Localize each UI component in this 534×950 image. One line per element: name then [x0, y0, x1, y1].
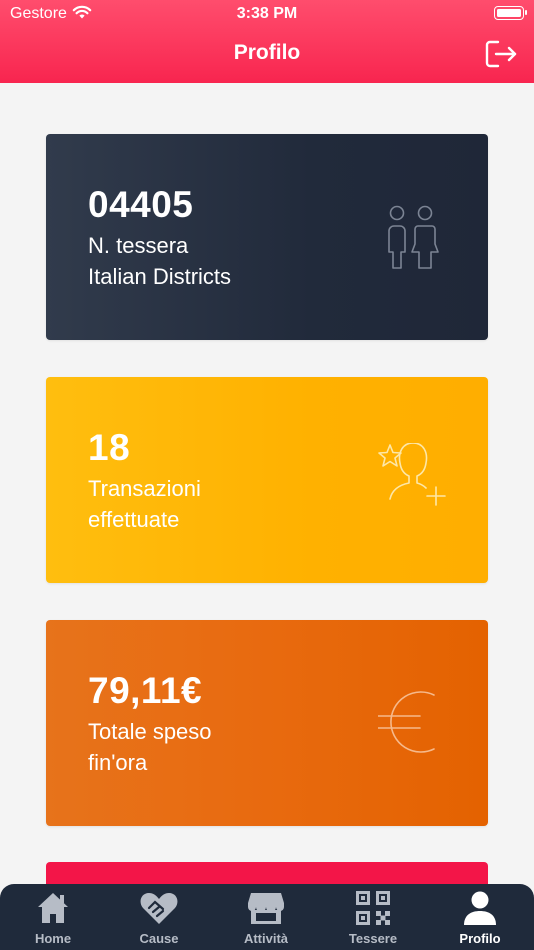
header: Gestore 3:38 PM Profilo	[0, 0, 534, 83]
status-bar: Gestore 3:38 PM	[0, 0, 534, 28]
tab-profilo[interactable]: Profilo	[427, 884, 533, 950]
tab-profilo-label: Profilo	[459, 931, 501, 946]
total-spent-value: 79,11€	[88, 670, 203, 711]
tab-tessere[interactable]: Tessere	[320, 884, 426, 950]
family-icon	[378, 200, 448, 274]
transactions-count: 18	[88, 427, 131, 468]
transactions-label-1: Transazioni	[88, 476, 201, 501]
total-spent-label-2: fin'ora	[88, 750, 148, 775]
tab-home[interactable]: Home	[0, 884, 106, 950]
qr-code-icon	[356, 891, 390, 925]
card-label: N. tessera	[88, 233, 189, 258]
tab-cause-label: Cause	[139, 931, 179, 946]
card-number: 04405	[88, 184, 194, 225]
store-icon	[248, 893, 284, 924]
membership-card: 04405 N. tessera Italian Districts	[46, 134, 488, 340]
handshake-heart-icon	[140, 893, 178, 924]
total-spent-label-1: Totale speso	[88, 719, 212, 744]
tab-tessere-label: Tessere	[348, 931, 398, 946]
tab-attivita-label: Attività	[243, 931, 289, 946]
battery-icon	[494, 6, 527, 20]
card-district: Italian Districts	[88, 264, 232, 289]
logout-icon[interactable]	[484, 38, 520, 70]
status-time: 3:38 PM	[236, 5, 298, 22]
home-icon	[38, 893, 68, 923]
person-icon	[464, 891, 496, 925]
tab-home-label: Home	[34, 931, 72, 946]
euro-icon	[377, 686, 448, 760]
page-title: Profilo	[233, 41, 301, 64]
tab-bar: Home Cause Attività Tessere Profilo	[0, 884, 534, 950]
tab-attivita[interactable]: Attività	[213, 884, 319, 950]
tab-cause[interactable]: Cause	[106, 884, 212, 950]
transactions-card: 18 Transazioni effettuate	[46, 377, 488, 583]
total-spent-card: 79,11€ Totale speso fin'ora	[46, 620, 488, 826]
transactions-label-2: effettuate	[88, 507, 180, 532]
star-person-add-icon	[378, 442, 448, 517]
